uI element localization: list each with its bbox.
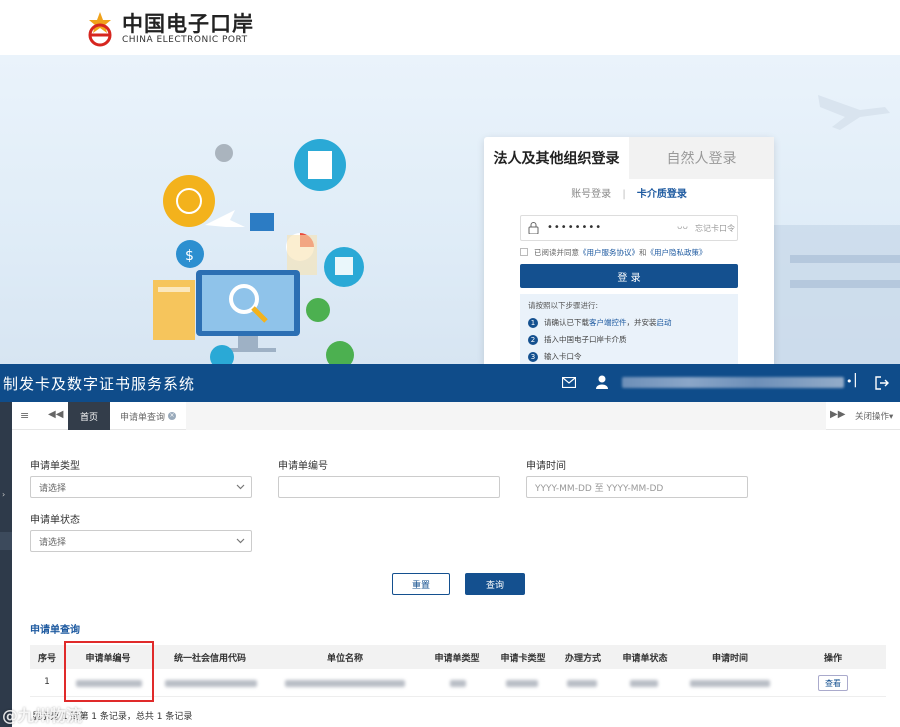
th-handle-method: 办理方式 <box>564 654 601 664</box>
sidebar-collapsed[interactable]: › <box>0 402 12 727</box>
step-2: 2 插入中国电子口岸卡介质 <box>528 334 730 345</box>
redacted-handle-method <box>567 680 597 687</box>
chevron-down-icon <box>236 538 245 544</box>
th-credit-code: 统一社会信用代码 <box>173 654 246 664</box>
step-text: 插入中国电子口岸卡介质 <box>544 335 627 344</box>
login-mode-switch: 账号登录 | 卡介质登录 <box>484 185 774 203</box>
tab-org-login[interactable]: 法人及其他组织登录 <box>484 137 629 179</box>
tab-next-icon[interactable]: ▶▶ <box>830 409 845 420</box>
results-section-title: 申请单查询 <box>30 625 80 636</box>
step-number: 2 <box>528 334 538 345</box>
number-label: 申请单编号 <box>278 461 328 472</box>
redacted-apply-time <box>690 680 770 687</box>
type-label: 申请单类型 <box>30 461 80 472</box>
agreement-prefix: 已阅读并同意 <box>534 248 579 257</box>
th-unit-name: 单位名称 <box>326 654 363 664</box>
user-name-redacted <box>622 377 844 388</box>
password-value: •••••••• <box>547 222 603 233</box>
system-title: 制发卡及数字证书服务系统 <box>3 375 196 393</box>
china-e-port-logo-icon <box>88 12 112 47</box>
close-operations-menu[interactable]: 关闭操作▾ <box>855 410 893 422</box>
status-select[interactable]: 请选择 <box>30 530 252 552</box>
agree-checkbox[interactable] <box>520 248 528 256</box>
sidebar-arrow-icon[interactable]: › <box>2 490 5 499</box>
step-text: 输入卡口令 <box>544 352 582 361</box>
th-application-type: 申请单类型 <box>434 654 480 664</box>
query-button[interactable]: 查询 <box>465 573 525 595</box>
login-steps: 请按照以下步骤进行: 1 请确认已下载 客户端控件 ，并安装 启动 2 插入中国… <box>520 294 738 367</box>
highlight-annotation-box <box>64 641 154 702</box>
th-card-type: 申请卡类型 <box>500 654 546 664</box>
tab-prev-icon[interactable]: ◀◀ <box>48 409 63 420</box>
tab-person-login[interactable]: 自然人登录 <box>629 137 774 179</box>
logo-title: 中国电子口岸 <box>122 12 254 36</box>
step-number: 3 <box>528 351 538 362</box>
step-text: ，并安装 <box>626 318 657 327</box>
table-row: 1 查看 <box>30 669 886 697</box>
card-password-input[interactable]: •••••••• ᴗᴗ 忘记卡口令 <box>520 215 738 241</box>
login-mode-separator: | <box>622 189 626 200</box>
login-button[interactable]: 登 录 <box>520 264 738 288</box>
start-link[interactable]: 启动 <box>657 317 672 328</box>
mail-icon[interactable] <box>562 377 576 388</box>
th-apply-time: 申请时间 <box>711 654 748 664</box>
svg-text:$: $ <box>185 248 194 264</box>
th-actions: 操作 <box>823 654 842 664</box>
terms-link[interactable]: 《用户服务协议》 <box>579 248 639 257</box>
tab-home[interactable]: 首页 <box>68 402 110 430</box>
table-header: 序号 申请单编号 统一社会信用代码 单位名称 申请单类型 申请卡类型 办理方式 … <box>30 645 886 669</box>
number-input[interactable] <box>278 476 500 498</box>
redacted-credit-code <box>165 680 257 687</box>
redacted-unit-name <box>285 680 405 687</box>
time-range-input[interactable]: YYYY-MM-DD 至 YYYY-MM-DD <box>526 476 748 498</box>
reset-button[interactable]: 重置 <box>392 573 450 595</box>
account-login-link[interactable]: 账号登录 <box>571 189 611 200</box>
sidebar-active-item[interactable] <box>0 532 12 550</box>
status-label: 申请单状态 <box>30 515 80 526</box>
agreement-row: 已阅读并同意《用户服务协议》和《用户隐私政策》 <box>520 247 760 258</box>
th-status: 申请单状态 <box>622 654 668 664</box>
card-login-link[interactable]: 卡介质登录 <box>637 189 687 200</box>
tab-bar: ≡ ◀◀ 首页 申请单查询 × ▶▶ 关闭操作▾ <box>12 402 900 430</box>
steps-heading: 请按照以下步骤进行: <box>528 301 599 310</box>
redacted-card-type <box>506 680 538 687</box>
chevron-down-icon <box>236 484 245 490</box>
type-select[interactable]: 请选择 <box>30 476 252 498</box>
type-select-value: 请选择 <box>39 483 67 494</box>
th-index: 序号 <box>37 654 56 664</box>
header-separator: | <box>853 372 858 388</box>
client-control-link[interactable]: 客户端控件 <box>589 317 627 328</box>
step-3: 3 输入卡口令 <box>528 351 730 362</box>
logo-subtitle: CHINA ELECTRONIC PORT <box>122 35 248 45</box>
lock-icon <box>528 222 539 234</box>
redacted-application-type <box>450 680 466 687</box>
site-header: 中国电子口岸 CHINA ELECTRONIC PORT <box>0 0 900 55</box>
eye-closed-icon[interactable]: ᴗᴗ <box>677 222 688 232</box>
logout-icon[interactable] <box>875 376 889 390</box>
user-dot: • <box>846 375 853 388</box>
row-index: 1 <box>44 677 50 687</box>
tab-label: 申请单查询 <box>119 412 165 423</box>
close-tab-icon[interactable]: × <box>168 412 176 420</box>
menu-icon[interactable]: ≡ <box>20 409 29 422</box>
privacy-link[interactable]: 《用户隐私政策》 <box>647 248 707 257</box>
login-card: 法人及其他组织登录 自然人登录 账号登录 | 卡介质登录 •••••••• ᴗᴗ… <box>484 137 774 367</box>
step-1: 1 请确认已下载 客户端控件 ，并安装 启动 <box>528 317 730 328</box>
redacted-status <box>630 680 658 687</box>
status-select-value: 请选择 <box>39 537 67 548</box>
time-label: 申请时间 <box>526 461 566 472</box>
watermark: @九州物流 <box>2 706 83 725</box>
user-icon[interactable] <box>596 375 608 389</box>
forgot-password-link[interactable]: 忘记卡口令 <box>695 223 735 234</box>
tab-application-query[interactable]: 申请单查询 × <box>110 402 186 430</box>
system-header: 制发卡及数字证书服务系统 • | <box>0 364 900 402</box>
step-text: 请确认已下载 <box>544 318 589 327</box>
tab-bar-filler <box>186 402 826 430</box>
view-button[interactable]: 查看 <box>818 675 848 691</box>
step-number: 1 <box>528 317 538 328</box>
agreement-and: 和 <box>639 248 647 257</box>
